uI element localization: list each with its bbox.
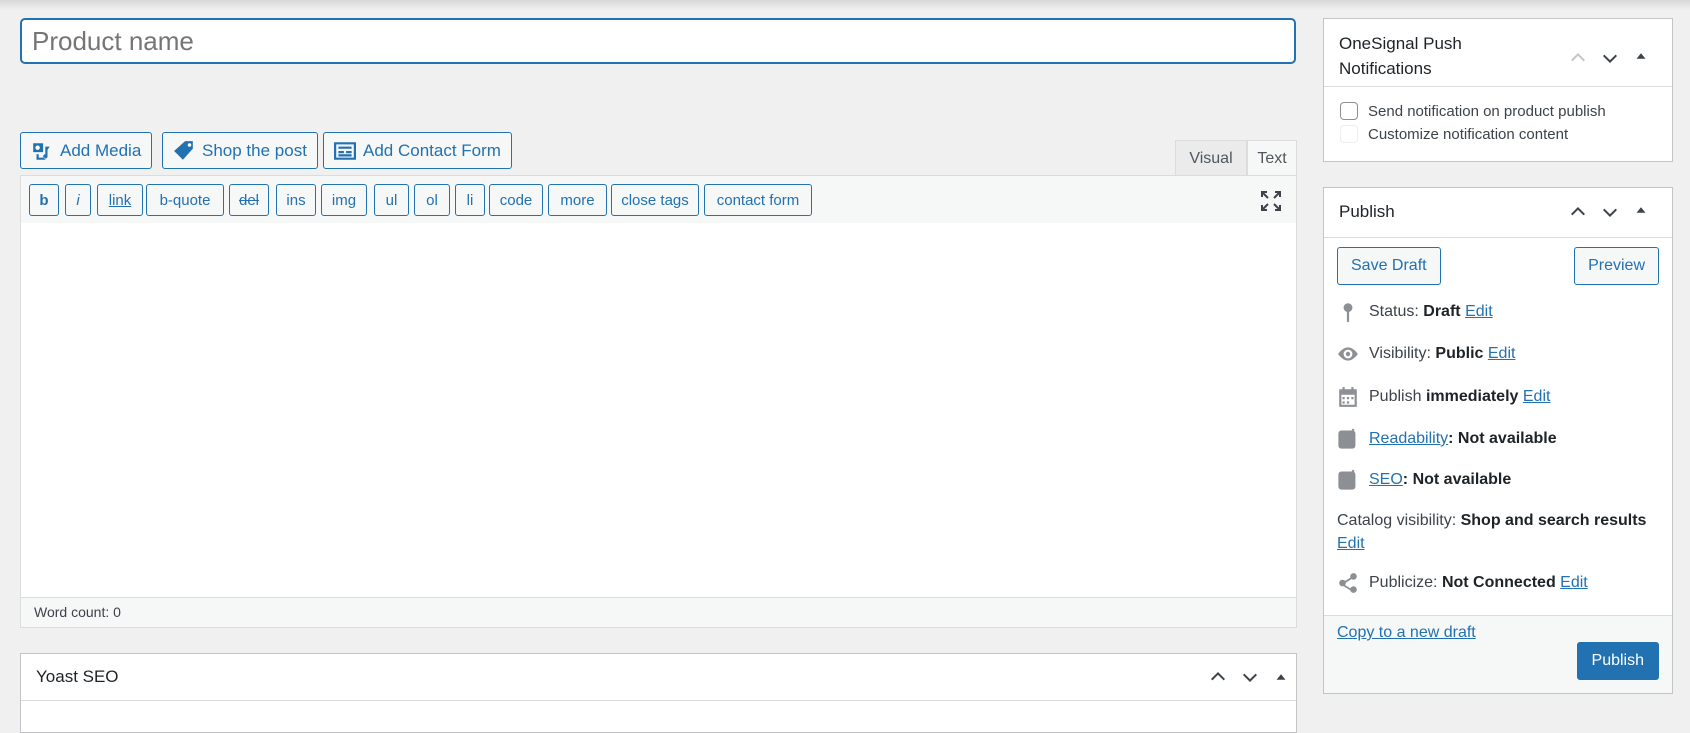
- catalog-visibility-edit-link[interactable]: Edit: [1337, 535, 1365, 552]
- onesignal-title: OneSignal Push Notifications: [1339, 34, 1462, 78]
- customize-notification-checkbox[interactable]: [1340, 125, 1358, 143]
- add-media-label: Add Media: [60, 140, 142, 160]
- visibility-edit-link[interactable]: Edit: [1488, 345, 1516, 362]
- publish-box: Publish Save Draft Preview Status: Draft…: [1323, 187, 1673, 694]
- tab-visual[interactable]: Visual: [1175, 140, 1247, 176]
- move-down-icon[interactable]: [1235, 662, 1265, 692]
- catalog-visibility-row: Catalog visibility: Shop and search resu…: [1337, 509, 1657, 555]
- publish-date-edit-link[interactable]: Edit: [1523, 388, 1551, 405]
- yoast-seo-header[interactable]: Yoast SEO: [21, 654, 1296, 701]
- seo-row: SEO: Not available: [1337, 469, 1511, 491]
- qt-link-button[interactable]: link: [97, 184, 143, 216]
- add-contact-form-label: Add Contact Form: [363, 140, 501, 160]
- qt-li-button[interactable]: li: [455, 184, 485, 216]
- qt-contact-form-button[interactable]: contact form: [704, 184, 812, 216]
- toggle-panel-icon[interactable]: [1266, 662, 1296, 692]
- qt-del-button[interactable]: del: [229, 184, 269, 216]
- customize-notification-label: Customize notification content: [1368, 125, 1569, 143]
- send-notification-option[interactable]: Send notification on product publish: [1340, 102, 1606, 120]
- shop-the-post-label: Shop the post: [202, 140, 307, 160]
- seo-link[interactable]: SEO: [1369, 471, 1403, 488]
- yoast-seo-title: Yoast SEO: [36, 667, 119, 686]
- status-edit-link[interactable]: Edit: [1465, 303, 1493, 320]
- editor: b i link b-quote del ins img ul ol li co…: [20, 175, 1297, 628]
- product-name-input[interactable]: [20, 18, 1296, 64]
- publicize-value: Not Connected: [1441, 574, 1556, 591]
- status-value: Draft: [1423, 303, 1461, 320]
- move-up-icon[interactable]: [1203, 662, 1233, 692]
- preview-button[interactable]: Preview: [1574, 247, 1659, 285]
- move-up-icon[interactable]: [1563, 197, 1593, 227]
- send-notification-label: Send notification on product publish: [1368, 102, 1606, 120]
- move-down-icon[interactable]: [1595, 197, 1625, 227]
- qt-italic-button[interactable]: i: [65, 184, 91, 216]
- eye-icon: [1337, 343, 1359, 365]
- status-label: Status:: [1369, 303, 1419, 320]
- qt-more-button[interactable]: more: [548, 184, 607, 216]
- visibility-value: Public: [1435, 345, 1484, 362]
- tab-visual-label: Visual: [1189, 149, 1233, 167]
- readability-value: : Not available: [1448, 430, 1557, 447]
- form-icon: [334, 141, 356, 160]
- visibility-row: Visibility: Public Edit: [1337, 343, 1515, 365]
- content-textarea[interactable]: [21, 223, 1296, 598]
- quicktags-toolbar: b i link b-quote del ins img ul ol li co…: [21, 176, 1296, 224]
- fullscreen-icon[interactable]: [1260, 190, 1282, 212]
- qt-ul-button[interactable]: ul: [374, 184, 409, 216]
- move-down-icon[interactable]: [1595, 43, 1625, 73]
- copy-to-draft-link[interactable]: Copy to a new draft: [1337, 624, 1476, 642]
- calendar-icon: [1337, 386, 1359, 408]
- yoast-seo-box: Yoast SEO: [20, 653, 1297, 733]
- visibility-label: Visibility:: [1369, 345, 1431, 362]
- seo-value: : Not available: [1402, 471, 1512, 488]
- move-up-icon[interactable]: [1563, 43, 1593, 73]
- catalog-visibility-label: Catalog visibility:: [1337, 512, 1457, 529]
- toggle-panel-icon[interactable]: [1626, 41, 1656, 71]
- readability-row: Readability: Not available: [1337, 428, 1557, 450]
- shop-the-post-button[interactable]: Shop the post: [162, 132, 318, 169]
- qt-bquote-button[interactable]: b-quote: [146, 184, 224, 216]
- send-notification-checkbox[interactable]: [1340, 102, 1358, 120]
- status-row: Status: Draft Edit: [1337, 301, 1493, 323]
- qt-close-tags-button[interactable]: close tags: [611, 184, 699, 216]
- add-contact-form-button[interactable]: Add Contact Form: [323, 132, 512, 169]
- save-draft-button[interactable]: Save Draft: [1337, 247, 1441, 285]
- pin-icon: [1337, 301, 1359, 323]
- tab-text[interactable]: Text: [1247, 140, 1297, 176]
- publish-date-value: immediately: [1425, 388, 1519, 405]
- catalog-visibility-value: Shop and search results: [1460, 512, 1647, 529]
- publish-title: Publish: [1339, 202, 1395, 221]
- publicize-row: Publicize: Not Connected Edit: [1337, 572, 1588, 594]
- tab-text-label: Text: [1257, 149, 1287, 167]
- customize-notification-option[interactable]: Customize notification content: [1340, 125, 1568, 143]
- publish-button[interactable]: Publish: [1576, 642, 1659, 680]
- tag-icon: [174, 140, 193, 160]
- word-count: Word count: 0: [21, 597, 1296, 627]
- yoast-icon: [1337, 469, 1359, 491]
- share-icon: [1337, 572, 1359, 594]
- toggle-panel-icon[interactable]: [1626, 195, 1656, 225]
- publish-date-row: Publish immediately Edit: [1337, 386, 1550, 408]
- publicize-label: Publicize:: [1369, 574, 1438, 591]
- qt-ins-button[interactable]: ins: [276, 184, 316, 216]
- readability-link[interactable]: Readability: [1369, 430, 1448, 447]
- top-shadow: [0, 0, 1690, 10]
- publish-date-label: Publish: [1369, 388, 1422, 405]
- onesignal-header[interactable]: OneSignal Push Notifications: [1324, 19, 1672, 87]
- media-icon: [33, 142, 50, 160]
- yoast-icon: [1337, 428, 1359, 450]
- onesignal-box: OneSignal Push Notifications Send notifi…: [1323, 18, 1673, 162]
- qt-img-button[interactable]: img: [321, 184, 367, 216]
- add-media-button[interactable]: Add Media: [20, 132, 153, 169]
- publish-header[interactable]: Publish: [1324, 188, 1672, 238]
- publicize-edit-link[interactable]: Edit: [1560, 574, 1588, 591]
- qt-code-button[interactable]: code: [489, 184, 543, 216]
- qt-bold-button[interactable]: b: [29, 184, 59, 216]
- qt-ol-button[interactable]: ol: [414, 184, 450, 216]
